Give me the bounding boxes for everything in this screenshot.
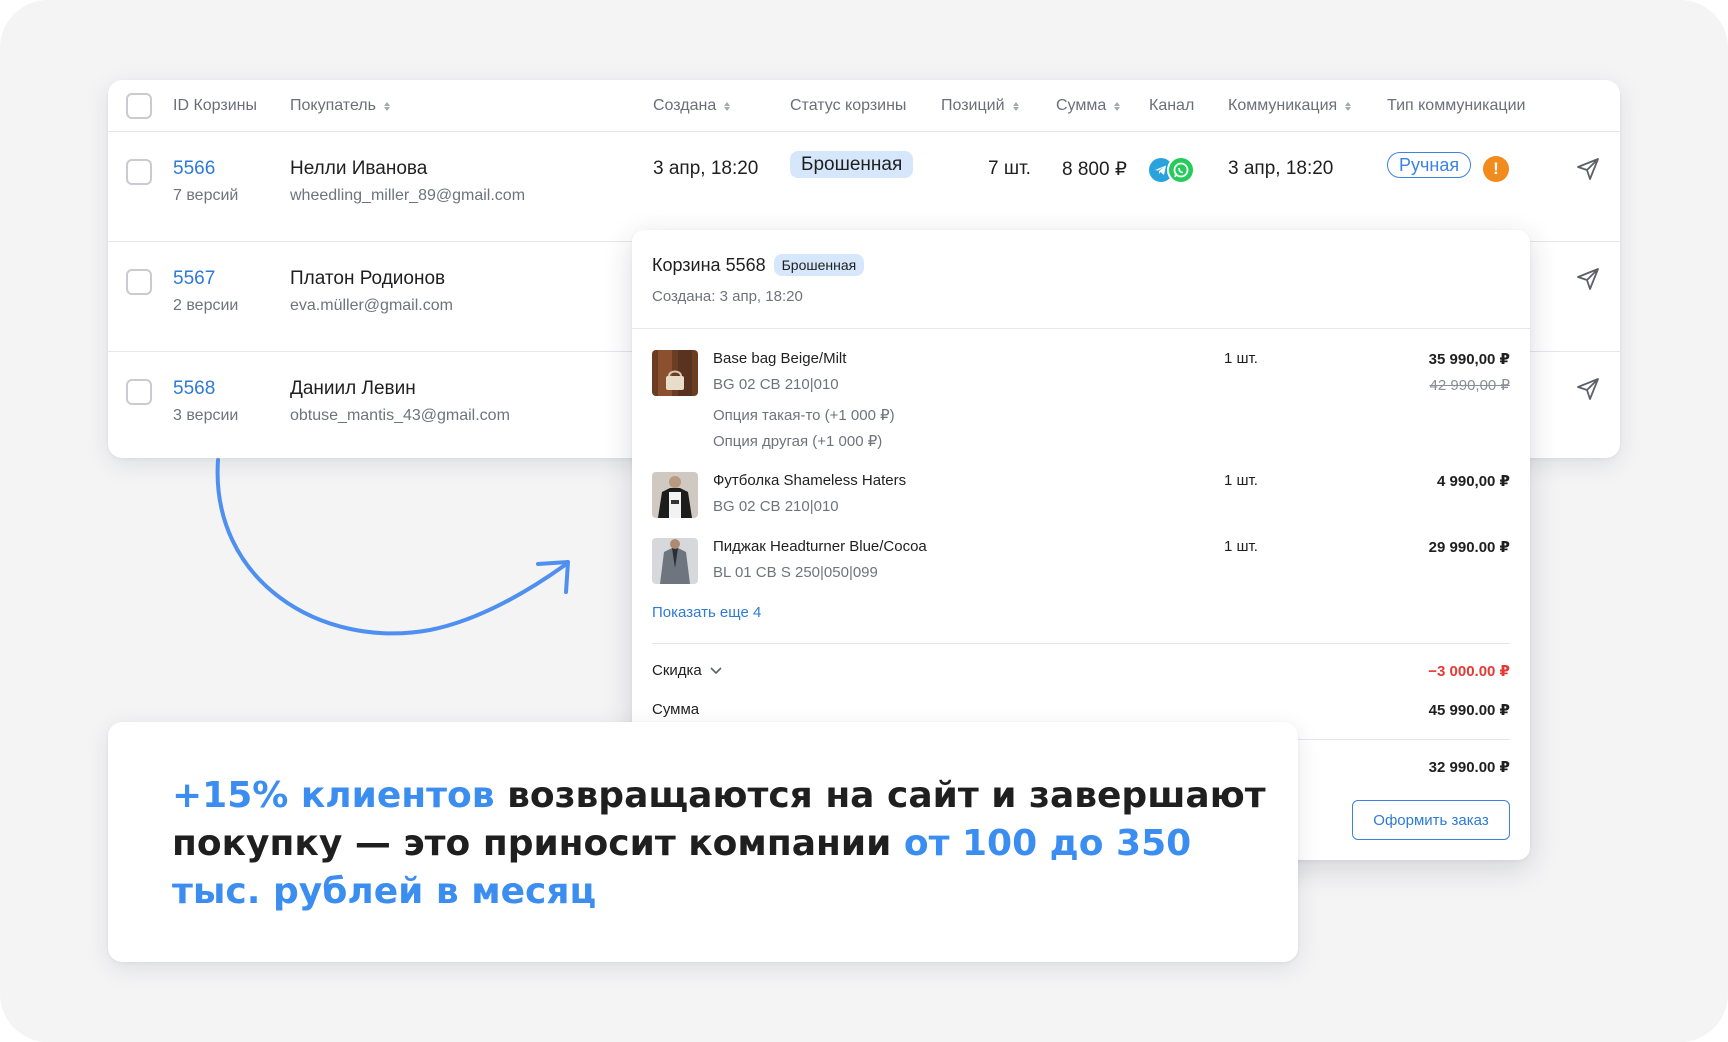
col-communication[interactable]: Коммуникация <box>1228 97 1352 115</box>
col-comm-type: Тип коммуникации <box>1387 97 1525 115</box>
sort-icon[interactable] <box>724 101 731 111</box>
send-icon[interactable] <box>1575 266 1601 292</box>
positions-count: 7 шт. <box>988 158 1031 179</box>
item-price: 29 990.00 ₽ <box>1428 539 1510 556</box>
table-header: ID Корзины Покупатель Создана Статус кор… <box>108 80 1620 132</box>
popup-created: Создана: 3 апр, 18:20 <box>652 288 803 305</box>
warning-icon[interactable]: ! <box>1483 156 1509 182</box>
status-badge: Брошенная <box>790 151 914 178</box>
divider <box>652 643 1510 644</box>
item-name: Пиджак Headturner Blue/Cocoa <box>713 538 927 555</box>
buyer-email: eva.müller@gmail.com <box>290 297 453 314</box>
send-icon[interactable] <box>1575 156 1601 182</box>
buyer-name: Даниил Левин <box>290 378 416 399</box>
popup-title-text: Корзина 5568 <box>652 254 766 275</box>
cart-item: Пиджак Headturner Blue/Cocoa BL 01 CB S … <box>652 538 1510 590</box>
item-qty: 1 шт. <box>1224 538 1258 555</box>
col-positions-label: Позиций <box>941 97 1005 114</box>
cart-id-link[interactable]: 5566 <box>173 158 215 180</box>
cart-versions: 3 версии <box>173 407 239 424</box>
comm-type-badge: Ручная <box>1387 152 1472 178</box>
chevron-down-icon <box>710 666 722 674</box>
col-created-label: Создана <box>653 97 717 114</box>
discount-toggle[interactable]: Скидка <box>652 662 722 679</box>
sort-icon[interactable] <box>383 101 390 111</box>
discount-label: Скидка <box>652 662 702 679</box>
col-channel-label: Канал <box>1149 97 1195 114</box>
col-status: Статус корзины <box>790 97 906 115</box>
col-communication-label: Коммуникация <box>1228 97 1338 114</box>
promo-highlight: +15% клиентов <box>172 775 495 816</box>
sort-icon[interactable] <box>1012 101 1019 111</box>
buyer-name: Платон Родионов <box>290 268 446 289</box>
place-order-button[interactable]: Оформить заказ <box>1352 800 1510 840</box>
item-price: 4 990,00 ₽ <box>1437 473 1510 490</box>
col-id-label: ID Корзины <box>173 97 257 114</box>
row-checkbox[interactable] <box>126 159 152 185</box>
table-row[interactable]: 5566 7 версий Нелли Иванова wheedling_mi… <box>108 132 1620 242</box>
sort-icon[interactable] <box>1345 101 1352 111</box>
row-checkbox[interactable] <box>126 379 152 405</box>
item-option: Опция другая (+1 000 ₽) <box>713 433 883 450</box>
comm-type-label: Ручная <box>1387 152 1472 178</box>
discount-value: −3 000.00 ₽ <box>1428 663 1510 680</box>
promo-card: +15% клиентов возвращаются на сайт и зав… <box>108 722 1298 962</box>
item-old-price: 42 990,00 ₽ <box>1429 377 1510 394</box>
status-badge: Брошенная <box>773 254 865 276</box>
product-image <box>652 350 698 396</box>
channel-icons <box>1149 156 1197 184</box>
page-background: ID Корзины Покупатель Создана Статус кор… <box>0 0 1728 1042</box>
col-status-label: Статус корзины <box>790 97 907 114</box>
item-sku: BG 02 CB 210|010 <box>713 498 839 515</box>
col-buyer[interactable]: Покупатель <box>290 97 390 115</box>
buyer-email: wheedling_miller_89@gmail.com <box>290 187 526 204</box>
curved-arrow-icon <box>215 458 570 636</box>
col-sum-label: Сумма <box>1056 97 1107 114</box>
cart-id-link[interactable]: 5568 <box>173 378 215 400</box>
cart-item: Футболка Shameless Haters BG 02 CB 210|0… <box>652 472 1510 524</box>
col-created[interactable]: Создана <box>653 97 731 115</box>
item-qty: 1 шт. <box>1224 472 1258 489</box>
col-buyer-label: Покупатель <box>290 97 376 114</box>
cart-sum: 8 800 ₽ <box>1062 159 1127 180</box>
status-badge-label: Брошенная <box>790 151 914 178</box>
product-image <box>652 472 698 518</box>
col-sum[interactable]: Сумма <box>1056 97 1121 115</box>
sort-icon[interactable] <box>1114 101 1121 111</box>
item-sku: BL 01 CB S 250|050|099 <box>713 564 878 581</box>
popup-title: Корзина 5568 Брошенная <box>652 254 865 276</box>
item-sku: BG 02 CB 210|010 <box>713 376 839 393</box>
cart-item: Base bag Beige/Milt BG 02 CB 210|010 Опц… <box>652 350 1510 460</box>
col-positions[interactable]: Позиций <box>941 97 1019 115</box>
row-checkbox[interactable] <box>126 269 152 295</box>
cart-id-link[interactable]: 5567 <box>173 268 215 290</box>
cart-versions: 7 версий <box>173 187 239 204</box>
product-image <box>652 538 698 584</box>
communication-date: 3 апр, 18:20 <box>1228 158 1334 179</box>
send-icon[interactable] <box>1575 376 1601 402</box>
item-option: Опция такая-то (+1 000 ₽) <box>713 407 895 424</box>
buyer-name: Нелли Иванова <box>290 158 428 179</box>
promo-text: +15% клиентов возвращаются на сайт и зав… <box>172 772 1272 916</box>
col-comm-type-label: Тип коммуникации <box>1387 97 1526 114</box>
sum-label: Сумма <box>652 701 700 718</box>
show-more-link[interactable]: Показать еще 4 <box>652 604 761 621</box>
item-name: Футболка Shameless Haters <box>713 472 907 489</box>
select-all-checkbox[interactable] <box>126 93 152 119</box>
sum-value: 45 990.00 ₽ <box>1428 702 1510 719</box>
buyer-email: obtuse_mantis_43@gmail.com <box>290 407 510 424</box>
item-qty: 1 шт. <box>1224 350 1258 367</box>
created-date: 3 апр, 18:20 <box>653 158 759 179</box>
cart-versions: 2 версии <box>173 297 239 314</box>
popup-header: Корзина 5568 Брошенная Создана: 3 апр, 1… <box>632 230 1530 329</box>
col-channel: Канал <box>1149 97 1194 115</box>
item-price: 35 990,00 ₽ <box>1428 351 1510 368</box>
item-name: Base bag Beige/Milt <box>713 350 847 367</box>
total-value: 32 990.00 ₽ <box>1428 759 1510 776</box>
col-id: ID Корзины <box>173 97 257 115</box>
whatsapp-icon <box>1167 156 1195 184</box>
